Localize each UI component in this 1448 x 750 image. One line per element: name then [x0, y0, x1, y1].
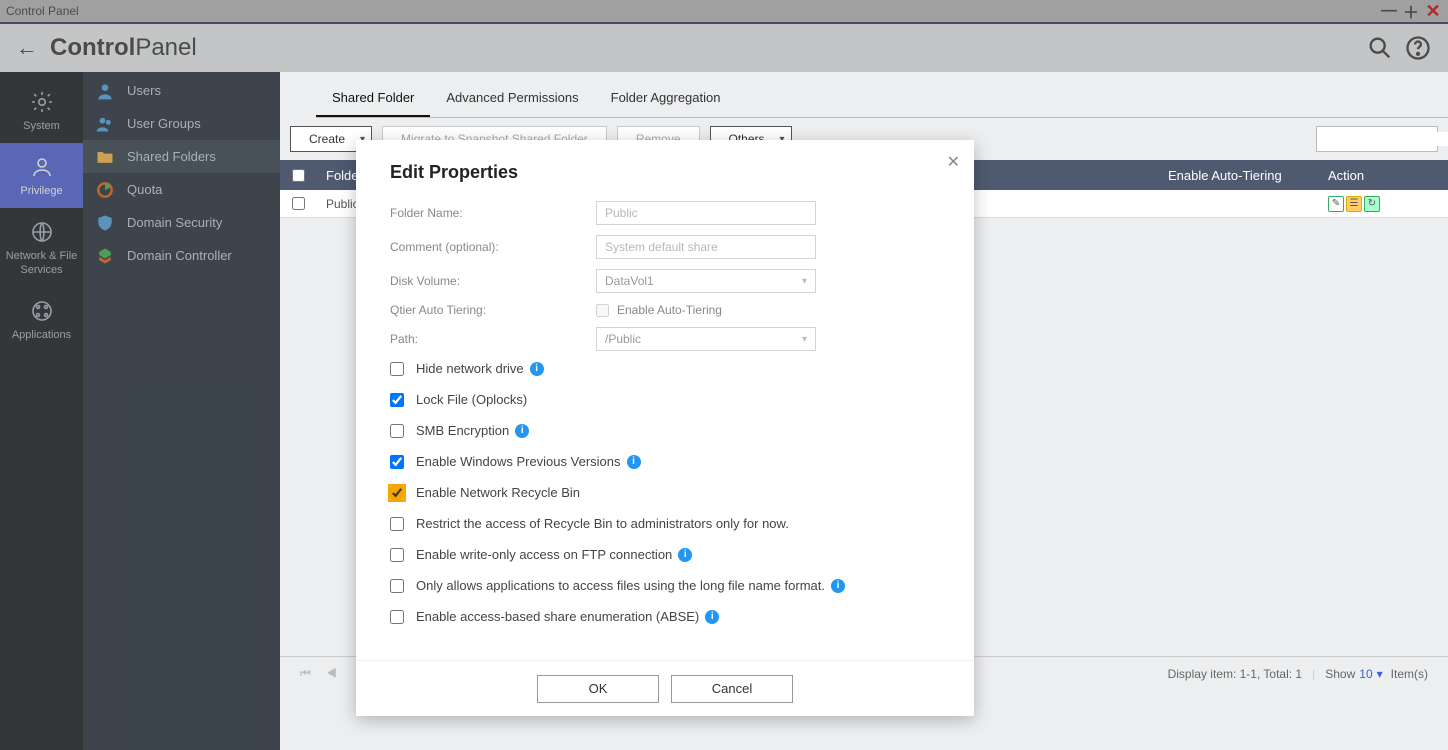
recycle-bin-checkbox[interactable]: [390, 486, 404, 500]
tab-folder-aggregation[interactable]: Folder Aggregation: [595, 80, 737, 117]
path-select[interactable]: /Public: [596, 327, 816, 351]
smb-encryption-checkbox[interactable]: [390, 424, 404, 438]
restrict-recycle-row[interactable]: Restrict the access of Recycle Bin to ad…: [390, 516, 940, 531]
permissions-icon[interactable]: ☰: [1346, 196, 1362, 212]
disk-volume-select[interactable]: DataVol1: [596, 269, 816, 293]
modal-close-icon[interactable]: ✕: [947, 152, 960, 172]
info-icon[interactable]: i: [530, 362, 544, 376]
chevron-down-icon[interactable]: ▾: [1377, 667, 1383, 681]
abse-row[interactable]: Enable access-based share enumeration (A…: [390, 609, 940, 624]
lock-file-row[interactable]: Lock File (Oplocks): [390, 392, 940, 407]
disk-volume-label: Disk Volume:: [390, 274, 596, 288]
modal-footer: OK Cancel: [356, 660, 974, 716]
lock-file-checkbox[interactable]: [390, 393, 404, 407]
select-all-checkbox[interactable]: [292, 169, 305, 182]
folder-name-label: Folder Name:: [390, 206, 596, 220]
search-field[interactable]: [1317, 132, 1448, 146]
long-filename-checkbox[interactable]: [390, 579, 404, 593]
show-value[interactable]: 10: [1359, 667, 1372, 681]
cancel-button[interactable]: Cancel: [671, 675, 793, 703]
tabs: Shared Folder Advanced Permissions Folde…: [316, 80, 1448, 118]
path-label: Path:: [390, 332, 596, 346]
restrict-recycle-checkbox[interactable]: [390, 517, 404, 531]
ftp-write-row[interactable]: Enable write-only access on FTP connecti…: [390, 547, 940, 562]
enable-tiering-label: Enable Auto-Tiering: [617, 303, 722, 317]
items-label: Item(s): [1391, 667, 1428, 681]
info-icon[interactable]: i: [515, 424, 529, 438]
info-icon[interactable]: i: [705, 610, 719, 624]
qtier-label: Qtier Auto Tiering:: [390, 303, 596, 317]
search-input[interactable]: 🔍: [1316, 126, 1438, 152]
hide-network-drive-row[interactable]: Hide network drive i: [390, 361, 940, 376]
modal-body: Folder Name: Comment (optional): Disk Vo…: [356, 197, 974, 660]
enable-auto-tiering-checkbox: [596, 304, 609, 317]
comment-label: Comment (optional):: [390, 240, 596, 254]
edit-icon[interactable]: ✎: [1328, 196, 1344, 212]
show-label: Show: [1325, 667, 1355, 681]
ok-button[interactable]: OK: [537, 675, 659, 703]
tab-shared-folder[interactable]: Shared Folder: [316, 80, 430, 117]
win-prev-checkbox[interactable]: [390, 455, 404, 469]
folder-name-input[interactable]: [596, 201, 816, 225]
win-prev-versions-row[interactable]: Enable Windows Previous Versions i: [390, 454, 940, 469]
display-count: Display item: 1-1, Total: 1: [1168, 667, 1303, 681]
col-auto-tiering[interactable]: Enable Auto-Tiering: [1158, 168, 1318, 183]
col-action: Action: [1318, 168, 1448, 183]
info-icon[interactable]: i: [831, 579, 845, 593]
edit-properties-modal: ✕ Edit Properties Folder Name: Comment (…: [356, 140, 974, 716]
hide-network-checkbox[interactable]: [390, 362, 404, 376]
smb-encryption-row[interactable]: SMB Encryption i: [390, 423, 940, 438]
long-filename-row[interactable]: Only allows applications to access files…: [390, 578, 940, 593]
row-checkbox[interactable]: [292, 197, 305, 210]
recycle-bin-row[interactable]: Enable Network Recycle Bin: [390, 485, 940, 500]
refresh-icon[interactable]: ↻: [1364, 196, 1380, 212]
abse-checkbox[interactable]: [390, 610, 404, 624]
tab-advanced-permissions[interactable]: Advanced Permissions: [430, 80, 594, 117]
info-icon[interactable]: i: [678, 548, 692, 562]
info-icon[interactable]: i: [627, 455, 641, 469]
comment-input[interactable]: [596, 235, 816, 259]
ftp-write-checkbox[interactable]: [390, 548, 404, 562]
modal-title: Edit Properties: [356, 140, 974, 197]
